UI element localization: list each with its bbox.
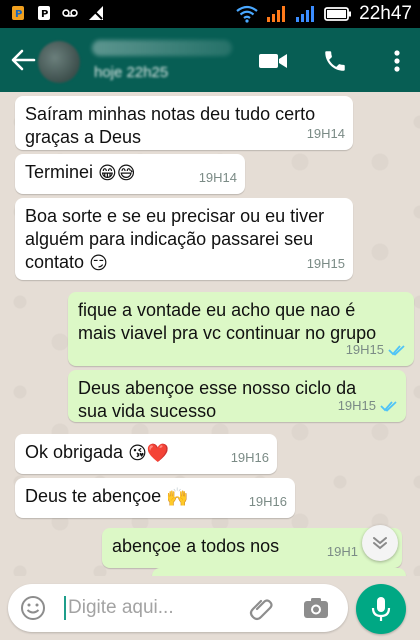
message-incoming[interactable]: Deus te abençoe 🙌 19H16 [15, 478, 295, 518]
chat-area[interactable]: Saíram minhas notas deu tudo certo graça… [0, 92, 420, 576]
camera-icon[interactable] [302, 595, 330, 621]
chat-header: hoje 22h25 [0, 28, 420, 92]
message-outgoing[interactable]: fique a vontade eu acho que nao é mais v… [68, 292, 414, 366]
message-time-wrap: 19H14 [199, 166, 237, 189]
message-time: 19H14 [198, 170, 237, 185]
app-p-icon: P [10, 4, 26, 22]
attach-icon[interactable] [248, 594, 276, 622]
signal-icon [267, 6, 286, 22]
message-incoming[interactable]: Saíram minhas notas deu tudo certo graça… [15, 96, 353, 150]
svg-text:P: P [15, 9, 22, 20]
smirk-emoji: 😏 [89, 252, 108, 273]
message-time-wrap: 19H1 [327, 540, 358, 563]
scroll-to-bottom-button[interactable] [362, 525, 398, 561]
message-incoming[interactable]: Ok obrigada 😘❤️ 19H16 [15, 434, 277, 474]
message-outgoing-partial[interactable] [152, 568, 406, 576]
back-arrow-icon[interactable] [10, 48, 36, 72]
app-p2-icon: P [36, 4, 52, 22]
signal-icon-2 [296, 6, 315, 22]
no-signal-icon [88, 4, 104, 22]
message-incoming[interactable]: Boa sorte e se eu precisar ou eu tiver a… [15, 198, 353, 280]
message-incoming[interactable]: Terminei 😁😅 19H14 [15, 154, 245, 194]
chevron-double-down-icon [373, 537, 387, 550]
contact-name[interactable] [92, 40, 232, 56]
read-ticks-icon [380, 400, 397, 412]
message-time: 19H14 [306, 126, 345, 141]
message-time-wrap: 19H15 [338, 394, 398, 417]
avatar[interactable] [38, 41, 80, 83]
battery-icon [324, 7, 352, 21]
notification-icons: P P [10, 4, 104, 22]
message-text: Deus te abençoe [25, 486, 162, 506]
message-time: 19H15 [337, 398, 376, 413]
message-time: 19H15 [306, 256, 345, 271]
message-input-container[interactable]: Digite aqui... [8, 584, 348, 632]
message-text: Deus abençoe esse nosso ciclo da sua vid… [78, 378, 357, 421]
status-right: 22h47 [235, 3, 412, 25]
message-time: 19H16 [230, 450, 269, 465]
message-input[interactable]: Digite aqui... [68, 597, 174, 619]
emoji-icon[interactable] [20, 595, 46, 621]
message-outgoing[interactable]: abençoe a todos nos 19H1 [102, 528, 402, 568]
message-time-wrap: 19H15 [307, 252, 345, 275]
svg-text:P: P [41, 9, 48, 20]
wifi-icon [236, 5, 258, 23]
message-outgoing[interactable]: Deus abençoe esse nosso ciclo da sua vid… [68, 370, 406, 422]
message-time-wrap: 19H16 [249, 490, 287, 513]
input-bar: Digite aqui... [0, 576, 420, 640]
mic-icon [371, 597, 391, 621]
message-text: Boa sorte e se eu precisar ou eu tiver a… [25, 206, 325, 272]
last-seen: hoje 22h25 [94, 64, 169, 81]
mic-button[interactable] [356, 584, 406, 634]
grin-emoji: 😁😅 [98, 162, 136, 183]
message-time-wrap: 19H15 [346, 338, 406, 361]
praise-hands-emoji: 🙌 [166, 486, 189, 507]
message-text: Saíram minhas notas deu tudo certo graça… [25, 104, 316, 147]
status-time: 22h47 [359, 3, 412, 24]
status-bar: P P 22h47 [0, 0, 420, 28]
message-text: Terminei [25, 162, 94, 182]
message-time: 19H15 [345, 342, 384, 357]
kiss-heart-emoji: 😘❤️ [128, 442, 170, 463]
message-text: abençoe a todos nos [112, 536, 280, 556]
phone-icon[interactable] [320, 48, 350, 74]
video-call-icon[interactable] [258, 48, 288, 74]
message-text: Ok obrigada [25, 442, 124, 462]
message-time-wrap: 19H16 [231, 446, 269, 469]
message-time: 19H16 [248, 494, 287, 509]
text-caret [64, 596, 66, 620]
message-time-wrap: 19H14 [307, 122, 345, 145]
voicemail-icon [62, 4, 78, 22]
more-options-icon[interactable] [382, 48, 412, 74]
message-time: 19H1 [326, 544, 358, 559]
read-ticks-icon [388, 344, 405, 356]
